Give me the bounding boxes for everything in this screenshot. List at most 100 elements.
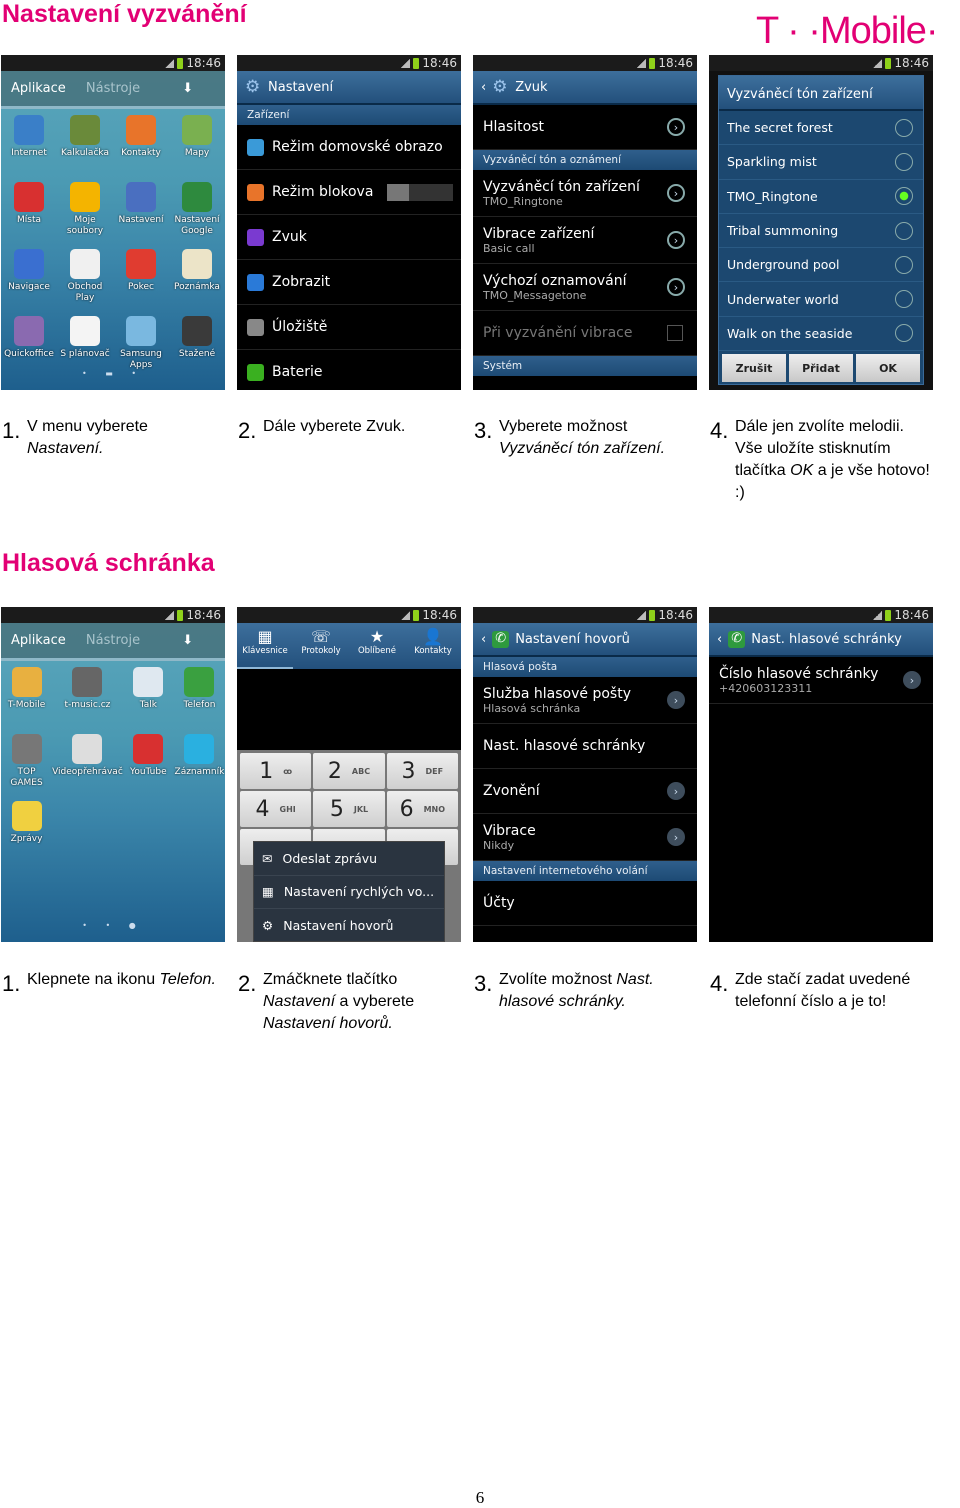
tab-protokoly[interactable]: ☏ Protokoly <box>293 623 349 669</box>
tab-label: Klávesnice <box>242 646 288 656</box>
app-icon <box>70 249 100 279</box>
ringtone-option[interactable]: Walk on the seaside <box>719 317 923 352</box>
back-icon[interactable]: ‹ <box>481 632 486 647</box>
app-icon-item[interactable]: Zprávy <box>1 801 52 868</box>
keypad-key[interactable]: 6 MNO <box>386 791 458 827</box>
settings-item[interactable]: Služba hlasové pošty Hlasová schránka › <box>473 677 697 724</box>
app-icon-item[interactable]: Navigace <box>1 249 57 316</box>
settings-item[interactable]: Zobrazit <box>237 260 461 305</box>
keypad-key[interactable]: 1ꝏ <box>240 753 312 789</box>
chevron-right-icon[interactable]: › <box>667 184 685 202</box>
app-icon-item[interactable]: Videopřehrávač <box>52 734 123 801</box>
ringtone-option[interactable]: Underground pool <box>719 248 923 283</box>
keypad-key[interactable]: 5 JKL <box>313 791 385 827</box>
app-icon-item[interactable]: Talk <box>123 667 174 734</box>
keypad-key[interactable]: 2 ABC <box>313 753 385 789</box>
app-icon-item[interactable]: Poznámka <box>169 249 225 316</box>
phone-screenshot: 18:46 Aplikace Nástroje ⬇ T-Mobile t-music.cz… <box>1 607 225 942</box>
ringtone-option[interactable]: The secret forest <box>719 111 923 146</box>
settings-item[interactable]: Režim blokova <box>237 170 461 215</box>
chevron-right-icon[interactable]: › <box>667 231 685 249</box>
app-icon-item[interactable]: Pokec <box>113 249 169 316</box>
tab-tools[interactable]: Nástroje <box>76 81 151 96</box>
chevron-right-icon[interactable]: › <box>667 278 685 296</box>
radio-unselected[interactable] <box>895 290 913 309</box>
settings-item[interactable]: Číslo hlasové schránky +420603123311 › <box>709 657 933 704</box>
settings-item[interactable]: Při vyzvánění vibrace <box>473 311 697 356</box>
menu-item[interactable]: ⚙ Nastavení hovorů <box>254 909 444 942</box>
settings-item[interactable]: Vibrace Nikdy › <box>473 814 697 861</box>
back-icon[interactable]: ‹ <box>481 80 486 95</box>
download-icon[interactable]: ⬇ <box>150 633 225 648</box>
tab-oblíbené[interactable]: ★ Oblíbené <box>349 623 405 669</box>
toggle-switch[interactable] <box>387 183 453 201</box>
ringtone-option[interactable]: Tribal summoning <box>719 214 923 249</box>
chevron-right-icon[interactable]: › <box>667 118 685 136</box>
radio-unselected[interactable] <box>895 152 913 171</box>
chevron-right-icon[interactable]: › <box>903 671 921 689</box>
settings-item[interactable]: Zvonění › <box>473 769 697 814</box>
back-icon[interactable]: ‹ <box>717 632 722 647</box>
app-icon-item[interactable]: TOP GAMES <box>1 734 52 801</box>
app-icon-item[interactable]: Kontakty <box>113 115 169 182</box>
caption-text: OK <box>790 462 814 479</box>
key-digit: 1 <box>259 758 274 784</box>
ok-button[interactable]: OK <box>856 354 920 383</box>
settings-item[interactable]: Účty <box>473 881 697 926</box>
settings-item[interactable]: Vyzváněcí tón zařízení TMO_Ringtone › <box>473 170 697 217</box>
status-bar: 18:46 <box>1 55 225 71</box>
tab-tools[interactable]: Nástroje <box>76 633 151 648</box>
download-icon[interactable]: ⬇ <box>150 81 225 96</box>
ringtone-option[interactable]: Sparkling mist <box>719 145 923 180</box>
keypad-key[interactable]: 4 GHI <box>240 791 312 827</box>
menu-item[interactable]: ▦ Nastavení rychlých vo... <box>254 876 444 910</box>
app-icon-item[interactable]: Telefon <box>174 667 225 734</box>
app-icon-item[interactable]: Mapy <box>169 115 225 182</box>
tab-klávesnice[interactable]: ▦ Klávesnice <box>237 623 293 669</box>
chevron-right-icon[interactable]: › <box>667 782 685 800</box>
settings-item[interactable]: Hlasitost › <box>473 105 697 150</box>
status-bar: 18:46 <box>709 607 933 623</box>
ringtone-option[interactable]: Underwater world <box>719 282 923 317</box>
app-label: Internet <box>11 148 47 158</box>
app-icon-item[interactable]: Nastavení <box>113 182 169 249</box>
app-icon-item[interactable]: Obchod Play <box>57 249 113 316</box>
add-button[interactable]: Přidat <box>789 354 853 383</box>
settings-item[interactable]: Vibrace zařízení Basic call › <box>473 217 697 264</box>
radio-unselected[interactable] <box>895 221 913 240</box>
app-icon-item[interactable]: t-music.cz <box>52 667 123 734</box>
menu-item[interactable]: ✉ Odeslat zprávu <box>254 842 444 876</box>
app-icon-item[interactable]: Internet <box>1 115 57 182</box>
radio-selected[interactable] <box>895 187 913 206</box>
settings-item[interactable]: Výchozí oznamování TMO_Messagetone › <box>473 264 697 311</box>
app-icon-item[interactable]: YouTube <box>123 734 174 801</box>
chevron-right-icon[interactable]: › <box>667 828 685 846</box>
chevron-right-icon[interactable]: › <box>667 691 685 709</box>
app-icon-item[interactable]: T-Mobile <box>1 667 52 734</box>
item-title: Vibrace zařízení <box>483 225 595 242</box>
app-icon-item[interactable]: Nastavení Google <box>169 182 225 249</box>
radio-unselected[interactable] <box>895 324 913 343</box>
settings-item[interactable]: Nast. hlasové schránky <box>473 724 697 769</box>
app-icon-item[interactable]: Kalkulačka <box>57 115 113 182</box>
app-icon-item[interactable]: Záznamník <box>174 734 225 801</box>
settings-item[interactable]: Režim domovské obrazo <box>237 125 461 170</box>
keypad-key[interactable]: 3 DEF <box>386 753 458 789</box>
item-subtitle: Basic call <box>483 241 535 255</box>
cancel-button[interactable]: Zrušit <box>722 354 786 383</box>
item-subtitle: Nikdy <box>483 838 515 852</box>
settings-item[interactable]: Baterie <box>237 350 461 390</box>
ringtone-option[interactable]: TMO_Ringtone <box>719 180 923 214</box>
app-icon-item[interactable]: Moje soubory <box>57 182 113 249</box>
tab-kontakty[interactable]: 👤 Kontakty <box>405 623 461 669</box>
settings-item[interactable]: Zvuk <box>237 215 461 260</box>
tab-apps[interactable]: Aplikace <box>1 633 76 648</box>
settings-item[interactable]: Úložiště <box>237 305 461 350</box>
page-indicator: • ▬ • <box>81 369 145 378</box>
app-icon-item[interactable]: Místa <box>1 182 57 249</box>
app-icon <box>182 249 212 279</box>
radio-unselected[interactable] <box>895 118 913 137</box>
checkbox[interactable] <box>667 325 683 341</box>
radio-unselected[interactable] <box>895 255 913 274</box>
tab-apps[interactable]: Aplikace <box>1 81 76 96</box>
